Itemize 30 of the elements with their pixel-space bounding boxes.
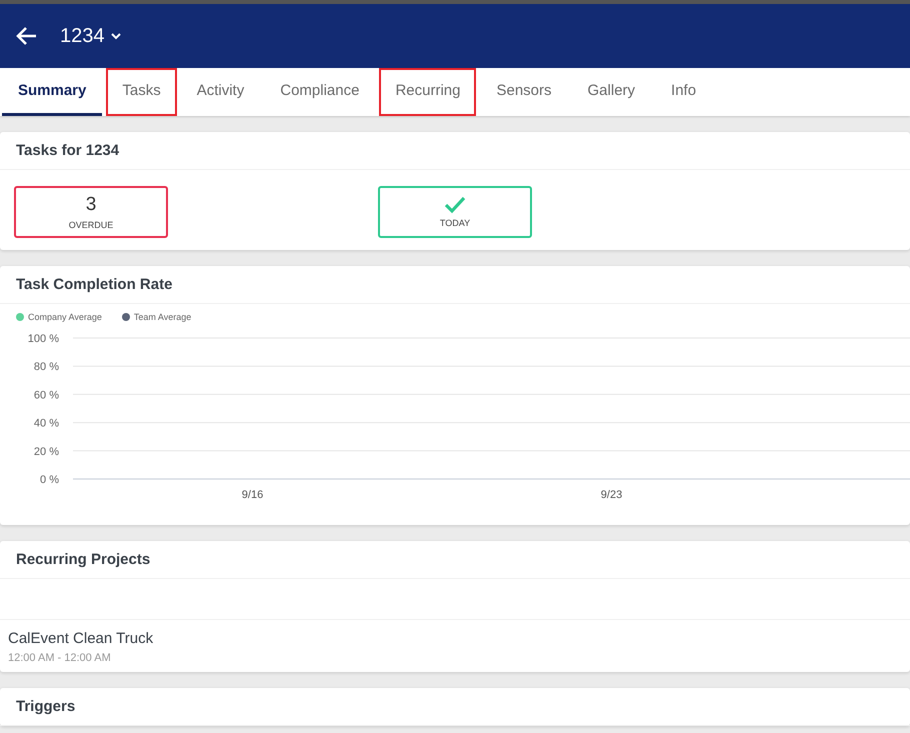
y-tick-label: 60 % — [34, 389, 59, 402]
project-name[interactable]: CalEvent Clean Truck — [8, 630, 902, 647]
y-tick-label: 100 % — [28, 333, 59, 345]
title-dropdown[interactable]: 1234 — [60, 24, 120, 48]
y-tick-label: 0 % — [40, 474, 59, 486]
y-tick-label: 80 % — [34, 361, 59, 374]
legend-label: Company Average — [28, 312, 102, 322]
x-tick-label: 9/23 — [600, 489, 622, 501]
tab[interactable]: Info — [655, 68, 712, 116]
tab[interactable]: Compliance — [264, 68, 376, 116]
x-tick-label: 9/16 — [242, 489, 264, 501]
task-tile[interactable]: TODAY — [378, 186, 532, 238]
project-time: 12:00 AM - 12:00 AM — [8, 652, 112, 664]
y-tick-label: 40 % — [34, 418, 59, 430]
card-title: Recurring Projects — [0, 541, 910, 579]
tab[interactable]: Recurring — [379, 68, 476, 116]
tab[interactable]: Summary — [2, 68, 102, 116]
task-tile[interactable]: 3 OVERDUE — [14, 186, 168, 238]
tab[interactable]: Sensors — [480, 68, 568, 116]
y-tick-label: 20 % — [34, 446, 59, 458]
tab[interactable]: Tasks — [106, 68, 177, 116]
card-title: Task Completion Rate — [0, 266, 910, 304]
legend-label: Team Average — [134, 312, 192, 322]
back-arrow-icon[interactable] — [16, 26, 38, 46]
caret-icon — [110, 32, 120, 40]
check-icon — [444, 196, 466, 214]
card-title: Triggers — [0, 688, 910, 726]
tab[interactable]: Gallery — [572, 68, 652, 116]
card-title: Tasks for 1234 — [0, 132, 910, 170]
tab[interactable]: Activity — [180, 68, 260, 116]
